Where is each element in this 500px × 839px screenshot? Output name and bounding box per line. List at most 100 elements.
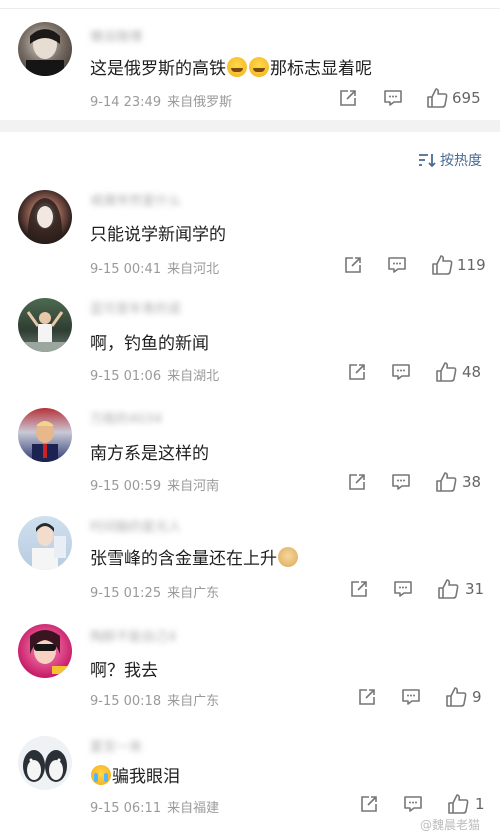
location: 来自福建: [167, 801, 220, 816]
avatar[interactable]: [18, 736, 72, 790]
location: 来自广东: [167, 586, 220, 601]
like-button[interactable]: [445, 686, 467, 708]
username[interactable]: 蓝可是年青的诺: [90, 298, 181, 317]
share-button[interactable]: [347, 472, 367, 492]
comment-icon: [404, 796, 422, 812]
timestamp: 9-15 01:25: [90, 586, 162, 601]
reply-button[interactable]: [391, 472, 411, 492]
like-count: 31: [465, 580, 485, 598]
share-icon: [340, 90, 356, 106]
username[interactable]: 戒偶爷然爱什么: [90, 190, 181, 209]
reply-button[interactable]: [383, 88, 403, 108]
comment-text: 啊，钓鱼的新闻: [90, 334, 209, 354]
timestamp: 9-15 06:11: [90, 801, 162, 816]
share-icon: [349, 474, 365, 490]
reply-button[interactable]: [387, 255, 407, 275]
comment-meta: 9-15 01:25 来自广东: [90, 582, 219, 601]
share-button[interactable]: [359, 794, 379, 814]
share-icon: [361, 796, 377, 812]
timestamp: 9-15 00:59: [90, 479, 162, 494]
username[interactable]: 懒派微博: [90, 26, 142, 45]
location: 来自广东: [167, 694, 220, 709]
share-icon: [349, 364, 365, 380]
share-icon: [345, 257, 361, 273]
share-icon: [351, 581, 367, 597]
comment-meta: 9-15 00:18 来自广东: [90, 690, 219, 709]
share-button[interactable]: [349, 579, 369, 599]
comment-text: 这是俄罗斯的高铁 那标志显着呢: [90, 57, 372, 79]
timestamp: 9-14 23:49: [90, 95, 162, 110]
thumbs-up-icon: [436, 362, 457, 382]
thumbs-up-icon: [446, 687, 467, 707]
comment-text: 骗我眼泪: [90, 762, 180, 787]
sort-label: 按热度: [440, 153, 482, 169]
timestamp: 9-15 00:18: [90, 694, 162, 709]
like-count: 9: [472, 688, 482, 706]
share-button[interactable]: [347, 362, 367, 382]
top-divider: [0, 0, 500, 9]
share-icon: [359, 689, 375, 705]
location: 来自俄罗斯: [167, 95, 233, 110]
timestamp: 9-15 00:41: [90, 262, 162, 277]
thumbs-up-icon: [436, 472, 457, 492]
avatar[interactable]: [18, 624, 72, 678]
location: 来自河北: [167, 262, 220, 277]
username[interactable]: 万般的4034: [90, 408, 162, 427]
avatar[interactable]: [18, 298, 72, 352]
comment-icon: [402, 689, 420, 705]
comment-icon: [388, 257, 406, 273]
like-count: 38: [462, 473, 482, 491]
sort-toggle[interactable]: 按热度: [418, 150, 482, 170]
comment-meta: 9-14 23:49 来自俄罗斯: [90, 91, 232, 110]
avatar[interactable]: [18, 516, 72, 570]
crying-emoji: [91, 765, 111, 785]
section-divider: [0, 120, 500, 132]
laugh-emoji: [249, 57, 269, 77]
thumbs-up-icon: [438, 579, 459, 599]
reply-button[interactable]: [393, 579, 413, 599]
doge-emoji: [278, 547, 298, 567]
comment-text: 啊？我去: [90, 661, 158, 681]
thumbs-up-icon: [448, 794, 469, 814]
watermark: @魏晨老猫: [419, 818, 480, 832]
username[interactable]: 时间脑的星光人: [90, 516, 181, 535]
location: 来自湖北: [167, 369, 220, 384]
timestamp: 9-15 01:06: [90, 369, 162, 384]
thumbs-up-icon: [432, 255, 453, 275]
reply-button[interactable]: [403, 794, 423, 814]
share-button[interactable]: [343, 255, 363, 275]
username[interactable]: 夏至一来: [90, 736, 142, 755]
laugh-emoji: [227, 57, 247, 77]
thumbs-up-icon: [427, 88, 448, 108]
like-button[interactable]: [426, 87, 448, 109]
comment-text: 南方系是这样的: [90, 444, 209, 464]
share-button[interactable]: [338, 88, 358, 108]
location: 来自河南: [167, 479, 220, 494]
comment-icon: [384, 90, 402, 106]
comment-icon: [392, 474, 410, 490]
avatar[interactable]: [18, 408, 72, 462]
comment-text: 只能说学新闻学的: [90, 225, 226, 245]
like-count: 1: [475, 795, 485, 813]
comment-icon: [392, 364, 410, 380]
like-button[interactable]: [437, 578, 459, 600]
comment-icon: [394, 581, 412, 597]
sort-icon: [419, 154, 436, 168]
reply-button[interactable]: [391, 362, 411, 382]
reply-button[interactable]: [401, 687, 421, 707]
avatar[interactable]: [18, 190, 72, 244]
like-button[interactable]: [435, 361, 457, 383]
like-count: 119: [457, 256, 486, 274]
like-count: 48: [462, 363, 482, 381]
like-count: 695: [452, 89, 481, 107]
username[interactable]: 陶醉不能自己4: [90, 626, 176, 645]
avatar[interactable]: [18, 22, 72, 76]
like-button[interactable]: [447, 793, 469, 815]
like-button[interactable]: [431, 254, 453, 276]
comment-text: 张雪峰的含金量还在上升: [90, 544, 299, 569]
comment-meta: 9-15 06:11 来自福建: [90, 797, 219, 816]
comment-meta: 9-15 01:06 来自湖北: [90, 365, 219, 384]
comment-meta: 9-15 00:41 来自河北: [90, 258, 219, 277]
like-button[interactable]: [435, 471, 457, 493]
share-button[interactable]: [357, 687, 377, 707]
